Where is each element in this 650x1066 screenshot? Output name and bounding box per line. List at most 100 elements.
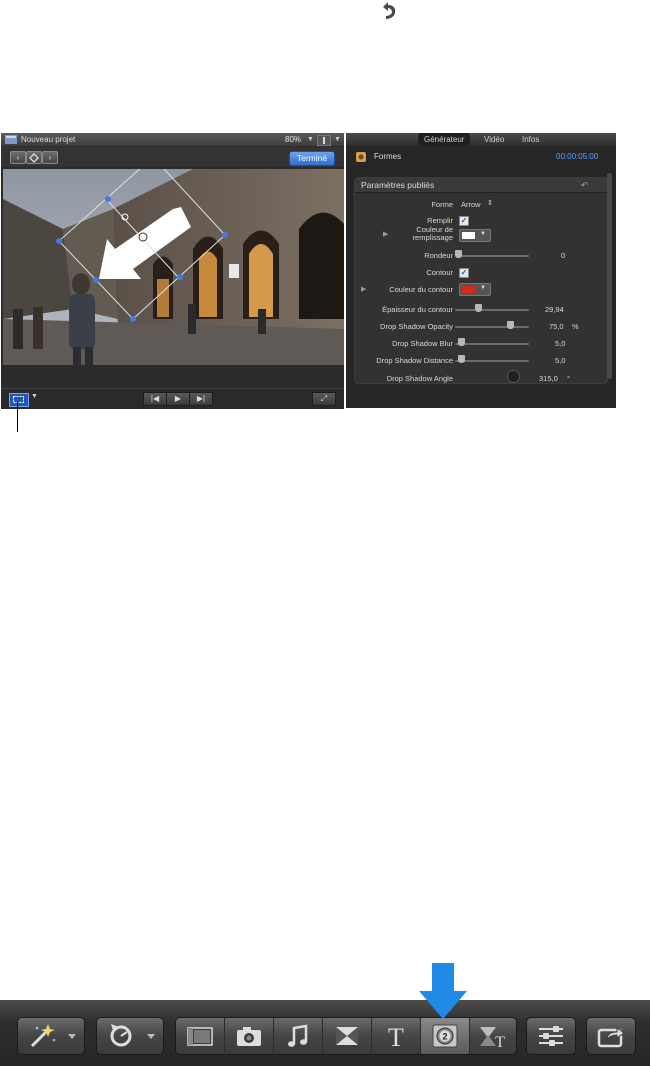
fullscreen-button[interactable]: ⤢	[312, 392, 336, 406]
brightness-icon	[323, 137, 325, 144]
outline-width-value[interactable]: 29,94	[545, 305, 564, 314]
themes-browser-button[interactable]: T	[470, 1018, 516, 1054]
previous-button[interactable]: ‹	[10, 151, 26, 164]
tab-info[interactable]: Infos	[516, 133, 545, 146]
published-parameters-panel: Paramètres publiés ↶ Forme Arrow ⇕ Rempl…	[354, 177, 608, 384]
transform-button[interactable]	[9, 393, 29, 407]
inspector-scrollbar[interactable]	[607, 173, 612, 379]
parameters-title: Paramètres publiés	[361, 180, 435, 190]
chevron-right-icon: ›	[48, 153, 52, 162]
diamond-plus-icon	[29, 153, 39, 163]
share-button[interactable]	[587, 1018, 635, 1054]
skip-back-icon: |◀	[150, 394, 160, 403]
svg-text:T: T	[495, 1034, 505, 1051]
param-label: Couleur de remplissage	[412, 225, 453, 242]
chevron-down-icon: ▼	[480, 231, 486, 237]
inspector-button[interactable]	[527, 1018, 575, 1054]
roundness-slider[interactable]	[455, 255, 529, 257]
stepper-icon[interactable]: ⇕	[487, 199, 493, 207]
skip-forward-icon: ▶|	[196, 394, 206, 403]
inspector-tabs: Générateur Vidéo Infos	[346, 133, 616, 146]
shadow-blur-slider-thumb[interactable]	[458, 338, 465, 346]
chevron-left-icon: ‹	[16, 153, 20, 162]
roundness-slider-thumb[interactable]	[455, 250, 462, 258]
go-to-end-button[interactable]: ▶|	[189, 392, 213, 406]
outline-width-slider[interactable]	[455, 309, 529, 311]
param-label: Contour	[426, 268, 453, 277]
generator-name: Formes	[374, 152, 402, 161]
retime-icon	[110, 1024, 155, 1047]
svg-text:T: T	[388, 1023, 404, 1052]
generators-browser-button[interactable]: 2	[421, 1018, 470, 1054]
param-label: Rondeur	[424, 251, 453, 260]
shadow-blur-slider[interactable]	[455, 343, 529, 345]
viewer-toolbar: ‹ › Terminé	[1, 147, 344, 167]
enhance-button[interactable]	[18, 1018, 84, 1054]
go-to-start-button[interactable]: |◀	[143, 392, 167, 406]
transitions-browser-button[interactable]	[323, 1018, 372, 1054]
transform-dropdown-icon[interactable]: ▼	[31, 393, 38, 400]
outline-checkbox[interactable]: ✓	[459, 268, 469, 278]
callout-line	[17, 402, 18, 432]
shadow-opacity-value[interactable]: 75,0	[549, 322, 564, 331]
magic-wand-icon	[30, 1024, 76, 1048]
view-options-dropdown-icon[interactable]: ▼	[334, 133, 341, 146]
fill-color-well[interactable]: ▼	[459, 229, 491, 242]
browsers-group: T 2 T	[175, 1017, 517, 1055]
param-label: Drop Shadow Distance	[376, 356, 453, 365]
keyframe-button[interactable]	[26, 151, 42, 164]
expand-icon: ⤢	[320, 394, 328, 403]
zoom-level[interactable]: 80%	[285, 133, 301, 146]
photo-browser-icon	[237, 1027, 261, 1046]
share-icon	[597, 1027, 625, 1048]
shadow-opacity-slider[interactable]	[455, 326, 529, 328]
zoom-dropdown-icon[interactable]: ▼	[307, 133, 314, 146]
shadow-distance-slider-thumb[interactable]	[458, 355, 465, 363]
titles-browser-icon: T	[388, 1023, 404, 1052]
angle-dial[interactable]	[507, 370, 520, 383]
outline-color-swatch	[462, 286, 475, 293]
transform-icon	[13, 396, 24, 403]
share-group	[586, 1017, 636, 1055]
param-label: Drop Shadow Blur	[392, 339, 453, 348]
percent-unit: %	[572, 322, 579, 331]
themes-browser-icon: T	[480, 1027, 505, 1051]
music-browser-button[interactable]	[274, 1018, 323, 1054]
play-button[interactable]: ▶	[166, 392, 190, 406]
svg-text:2: 2	[442, 1032, 447, 1042]
outline-color-well[interactable]: ▼	[459, 283, 491, 296]
clip-browser-icon	[187, 1027, 213, 1046]
clip-browser-button[interactable]	[176, 1018, 225, 1054]
shadow-distance-slider[interactable]	[455, 360, 529, 362]
next-button[interactable]: ›	[42, 151, 58, 164]
inspector-group	[526, 1017, 576, 1055]
titles-browser-button[interactable]: T	[372, 1018, 421, 1054]
viewer-transport-bar: ▼ |◀ ▶ ▶| ⤢	[1, 388, 344, 409]
music-browser-icon	[288, 1024, 308, 1047]
photo-browser-button[interactable]	[225, 1018, 274, 1054]
fill-checkbox[interactable]: ✓	[459, 216, 469, 226]
tab-video[interactable]: Vidéo	[478, 133, 510, 146]
done-button[interactable]: Terminé	[289, 151, 335, 166]
roundness-value[interactable]: 0	[561, 251, 565, 260]
viewer-title: Nouveau projet	[21, 135, 76, 144]
param-label: Forme	[431, 200, 453, 209]
outline-width-slider-thumb[interactable]	[475, 304, 482, 312]
inspector-window: Générateur Vidéo Infos Formes 00:00:05:0…	[346, 133, 616, 408]
retime-button[interactable]	[97, 1018, 163, 1054]
view-options-button[interactable]	[317, 135, 331, 146]
main-toolbar: T 2 T	[0, 1000, 650, 1066]
shadow-opacity-slider-thumb[interactable]	[507, 321, 514, 329]
shape-select[interactable]: Arrow	[461, 200, 481, 209]
reset-icon[interactable]: ↶	[581, 178, 588, 192]
shadow-angle-value[interactable]: 315,0	[539, 374, 558, 383]
viewer-window: Nouveau projet 80% ▼ ▼ ‹ › Terminé ▼ |◀ …	[1, 133, 344, 409]
street-scene-image	[3, 169, 344, 365]
tab-generator[interactable]: Générateur	[418, 133, 471, 146]
shadow-blur-value[interactable]: 5,0	[555, 339, 565, 348]
param-label: Drop Shadow Opacity	[380, 322, 453, 331]
enhance-group	[17, 1017, 85, 1055]
shadow-distance-value[interactable]: 5,0	[555, 356, 565, 365]
undo-icon[interactable]	[376, 0, 398, 22]
transitions-browser-icon	[336, 1027, 358, 1045]
